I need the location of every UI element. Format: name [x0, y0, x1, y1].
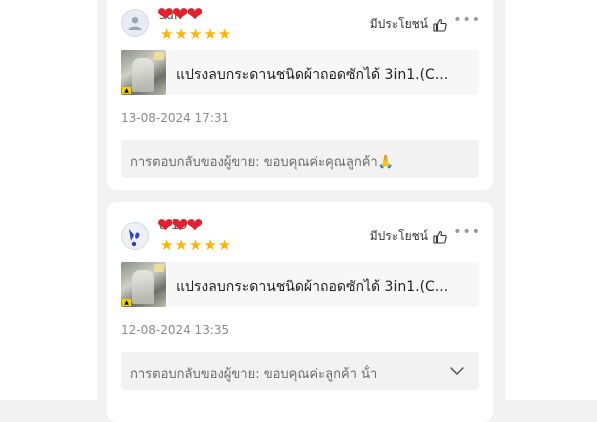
- username-heart-overlay: ❤❤❤: [157, 2, 203, 26]
- avatar[interactable]: [121, 222, 149, 250]
- username-heart-overlay: ❤❤❤: [157, 213, 203, 237]
- helpful-label: มีประโยชน์: [369, 229, 428, 243]
- product-name: แปรงลบกระดานชนิดผ้าถอดซักได้ 3in1.(C...: [176, 67, 449, 83]
- review-date: 12-08-2024 13:35: [121, 323, 230, 337]
- page-margin-left: [0, 0, 97, 400]
- avatar[interactable]: [121, 9, 149, 37]
- seller-reply: การตอบกลับของผู้ขาย: ขอบคุณค่ะคุณลูกค้า🙏: [121, 140, 479, 178]
- page-margin-right: [505, 0, 597, 400]
- product-name: แปรงลบกระดานชนิดผ้าถอดซักได้ 3in1.(C...: [176, 279, 449, 295]
- thumbs-up-icon: [433, 18, 447, 32]
- rating-stars: ★★★★★: [160, 25, 233, 43]
- rating-stars: ★★★★★: [160, 236, 233, 254]
- reply-fade: [381, 352, 441, 390]
- helpful-button[interactable]: มีประโยชน์: [370, 227, 447, 246]
- review-date: 13-08-2024 17:31: [121, 111, 230, 125]
- product-item[interactable]: ▲ แปรงลบกระดานชนิดผ้าถอดซักได้ 3in1.(C..…: [121, 50, 479, 95]
- thumbs-up-icon: [433, 230, 447, 244]
- product-thumbnail: ▲: [121, 50, 166, 95]
- product-item[interactable]: ▲ แปรงลบกระดานชนิดผ้าถอดซักได้ 3in1.(C..…: [121, 262, 479, 307]
- review-card: a 19 ❤❤❤ ★★★★★ มีประโยชน์ ••• ▲ แปรงลบกร…: [107, 202, 493, 422]
- avatar-photo-icon: [129, 229, 140, 247]
- helpful-button[interactable]: มีประโยชน์: [370, 15, 447, 34]
- more-dots-icon[interactable]: •••: [453, 224, 481, 240]
- person-icon: [128, 17, 142, 30]
- helpful-label: มีประโยชน์: [369, 17, 428, 31]
- review-card: sun ❤❤❤ ★★★★★ มีประโยชน์ ••• ▲ แปรงลบกระ…: [107, 0, 493, 190]
- seller-reply[interactable]: การตอบกลับของผู้ขาย: ขอบคุณค่ะลูกค้า น้ํ…: [121, 352, 479, 390]
- product-thumbnail: ▲: [121, 262, 166, 307]
- chevron-down-icon[interactable]: [449, 363, 465, 379]
- more-dots-icon[interactable]: •••: [453, 12, 481, 28]
- seller-reply-text: การตอบกลับของผู้ขาย: ขอบคุณค่ะคุณลูกค้า🙏: [130, 155, 394, 170]
